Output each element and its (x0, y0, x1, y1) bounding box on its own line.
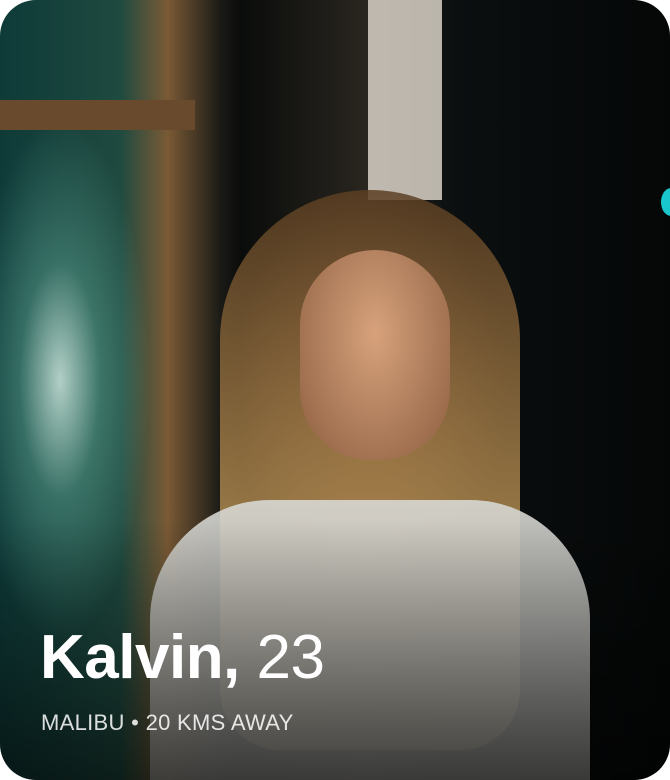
photo-face (300, 250, 450, 460)
profile-age: 23 (256, 623, 325, 692)
accent-indicator (661, 188, 670, 216)
profile-location-line: MALIBU • 20 KMS AWAY (41, 710, 294, 736)
profile-distance: 20 KMS AWAY (145, 710, 294, 735)
photo-bg-frame (0, 100, 195, 130)
profile-location: MALIBU (41, 710, 125, 735)
photo-bg-wall (368, 0, 442, 200)
separator-dot: • (131, 710, 140, 735)
profile-name: Kalvin, (40, 623, 240, 692)
profile-card[interactable]: Kalvin, 23 MALIBU • 20 KMS AWAY (0, 0, 670, 780)
profile-name-age: Kalvin, 23 (40, 622, 325, 694)
